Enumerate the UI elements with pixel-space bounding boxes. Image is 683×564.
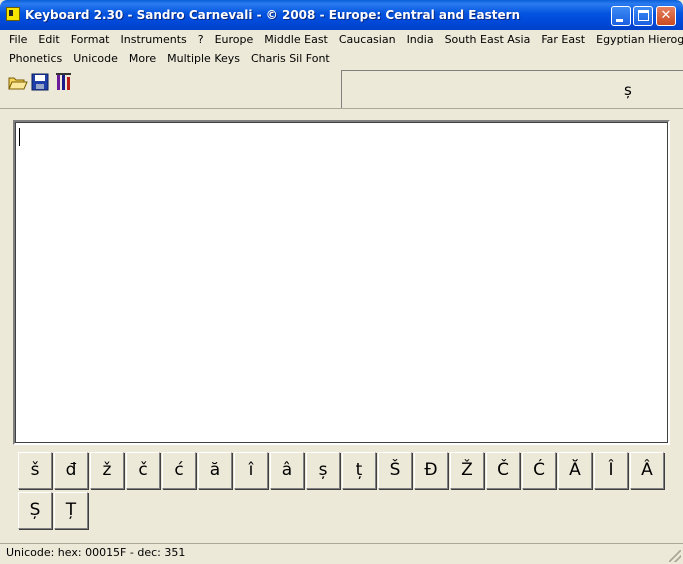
menu-file[interactable]: File bbox=[4, 31, 33, 50]
menu-egyptian-hieroglyphs[interactable]: Egyptian Hieroglyphs bbox=[591, 31, 683, 50]
menu-india[interactable]: India bbox=[402, 31, 440, 50]
key-button[interactable]: đ bbox=[54, 452, 88, 489]
menu-multiple-keys[interactable]: Multiple Keys bbox=[162, 50, 246, 69]
menu-more[interactable]: More bbox=[124, 50, 162, 69]
save-button[interactable] bbox=[29, 71, 51, 93]
font-icon bbox=[56, 73, 71, 90]
resize-grip[interactable] bbox=[669, 550, 681, 562]
menu-unicode[interactable]: Unicode bbox=[68, 50, 124, 69]
maximize-button[interactable] bbox=[633, 6, 653, 26]
menu-caucasian[interactable]: Caucasian bbox=[334, 31, 402, 50]
key-button[interactable]: ă bbox=[198, 452, 232, 489]
menu-phonetics[interactable]: Phonetics bbox=[4, 50, 68, 69]
status-bar: Unicode: hex: 00015F - dec: 351 bbox=[0, 543, 683, 564]
open-icon bbox=[8, 77, 28, 90]
app-icon[interactable] bbox=[6, 7, 20, 21]
text-editor[interactable] bbox=[13, 120, 670, 445]
close-icon: ✕ bbox=[660, 8, 672, 23]
minimize-icon bbox=[616, 19, 623, 22]
save-icon bbox=[31, 73, 49, 91]
menu-help[interactable]: ? bbox=[193, 31, 210, 50]
key-button[interactable]: č bbox=[126, 452, 160, 489]
key-button[interactable]: ž bbox=[90, 452, 124, 489]
status-text: Unicode: hex: 00015F - dec: 351 bbox=[6, 546, 186, 559]
key-button[interactable]: Ž bbox=[450, 452, 484, 489]
menu-charis-sil-font[interactable]: Charis Sil Font bbox=[246, 50, 336, 69]
key-button[interactable]: Î bbox=[594, 452, 628, 489]
key-button[interactable]: Š bbox=[378, 452, 412, 489]
key-button[interactable]: Č bbox=[486, 452, 520, 489]
key-button[interactable]: Â bbox=[630, 452, 664, 489]
menu-middle-east[interactable]: Middle East bbox=[259, 31, 334, 50]
toolbar-buttons bbox=[6, 71, 75, 97]
key-button[interactable]: â bbox=[270, 452, 304, 489]
current-char: ș bbox=[624, 81, 632, 99]
key-button[interactable]: Ț bbox=[54, 492, 88, 529]
key-button[interactable]: Ă bbox=[558, 452, 592, 489]
maximize-icon bbox=[638, 10, 649, 21]
key-button[interactable]: ș bbox=[306, 452, 340, 489]
font-button[interactable] bbox=[52, 71, 74, 93]
window-title: Keyboard 2.30 - Sandro Carnevali - © 200… bbox=[25, 8, 521, 22]
key-button[interactable]: ț bbox=[342, 452, 376, 489]
key-button[interactable]: Ć bbox=[522, 452, 556, 489]
current-char-panel: ș bbox=[341, 70, 683, 109]
key-button[interactable]: ć bbox=[162, 452, 196, 489]
menu-row-2: Phonetics Unicode More Multiple Keys Cha… bbox=[4, 50, 336, 69]
menu-europe[interactable]: Europe bbox=[210, 31, 260, 50]
key-button[interactable]: Đ bbox=[414, 452, 448, 489]
key-button[interactable]: Ș bbox=[18, 492, 52, 529]
minimize-button[interactable] bbox=[611, 6, 631, 26]
menu-south-east-asia[interactable]: South East Asia bbox=[440, 31, 537, 50]
menu-edit[interactable]: Edit bbox=[33, 31, 65, 50]
key-button[interactable]: š bbox=[18, 452, 52, 489]
title-bar[interactable]: Keyboard 2.30 - Sandro Carnevali - © 200… bbox=[0, 0, 683, 30]
menu-far-east[interactable]: Far East bbox=[536, 31, 591, 50]
key-button[interactable]: î bbox=[234, 452, 268, 489]
open-button[interactable] bbox=[6, 71, 28, 93]
text-caret bbox=[19, 128, 20, 146]
menu-format[interactable]: Format bbox=[66, 31, 116, 50]
close-button[interactable]: ✕ bbox=[656, 6, 676, 26]
menu-row-1: File Edit Format Instruments ? Europe Mi… bbox=[4, 31, 683, 50]
toolbar-divider bbox=[0, 108, 683, 109]
menu-instruments[interactable]: Instruments bbox=[116, 31, 193, 50]
